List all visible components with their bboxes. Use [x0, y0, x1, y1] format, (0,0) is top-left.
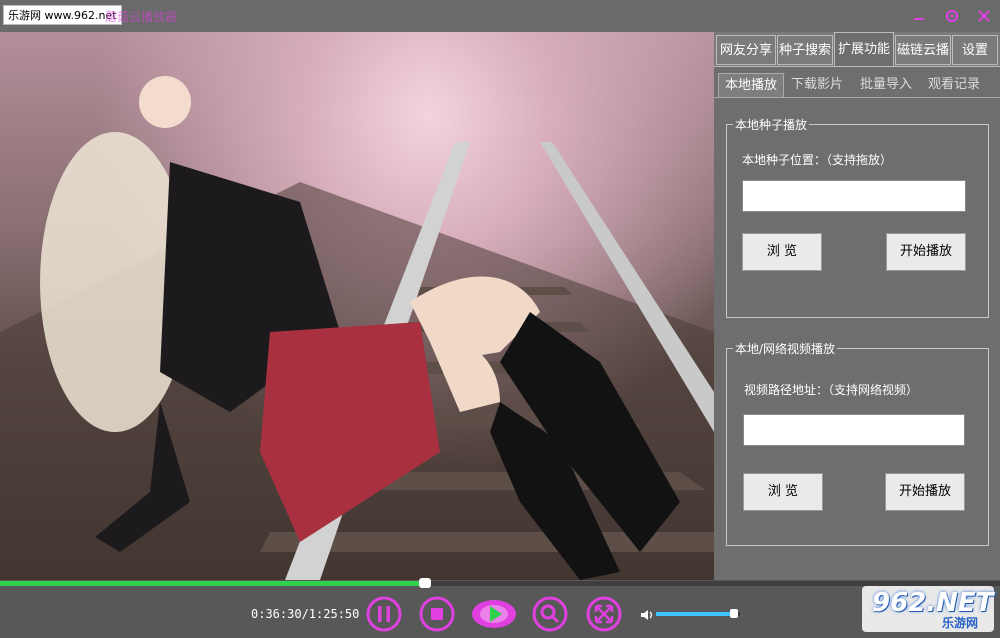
playback-time: 0:36:30/1:25:50: [251, 607, 360, 621]
tab-extensions[interactable]: 扩展功能: [834, 32, 894, 66]
gear-icon[interactable]: [942, 6, 962, 26]
play-icon[interactable]: [470, 596, 518, 632]
tab-settings[interactable]: 设置: [952, 35, 998, 65]
play-torrent-button[interactable]: 开始播放: [886, 233, 966, 271]
pause-icon[interactable]: [366, 596, 402, 632]
subtab-divider: [714, 97, 1000, 98]
tab-user-share[interactable]: 网友分享: [716, 35, 776, 65]
stop-icon[interactable]: [419, 596, 455, 632]
local-torrent-group: 本地种子播放 本地种子位置：（支持拖放） 浏 览 开始播放: [726, 116, 989, 318]
torrent-path-input[interactable]: [742, 180, 966, 212]
app-title: 蘑菇云播放器: [105, 10, 178, 24]
volume-icon[interactable]: [640, 607, 654, 621]
net-video-group: 本地/网络视频播放 视频路径地址：（支持网络视频） 浏 览 开始播放: [726, 340, 989, 546]
tab-magnet-cloud[interactable]: 磁链云播: [895, 35, 951, 65]
watermark-label: 乐游网 www.962.net: [3, 5, 122, 25]
search-icon[interactable]: [532, 596, 568, 632]
seek-progress: [0, 581, 425, 586]
browse-video-button[interactable]: 浏 览: [743, 473, 823, 511]
close-icon[interactable]: [974, 6, 994, 26]
group-title: 本地种子播放: [733, 116, 810, 133]
subtab-download[interactable]: 下载影片: [786, 73, 848, 97]
video-path-label: 视频路径地址：（支持网络视频）: [744, 383, 919, 397]
video-image: [0, 76, 714, 580]
subtab-watch-history[interactable]: 观看记录: [922, 73, 986, 97]
video-frame[interactable]: [0, 32, 714, 580]
panel-body: 本地播放 下载影片 批量导入 观看记录 本地种子播放 本地种子位置：（支持拖放）…: [714, 66, 1000, 581]
tab-torrent-search[interactable]: 种子搜索: [777, 35, 833, 65]
subtab-local-play[interactable]: 本地播放: [718, 73, 784, 98]
group-title: 本地/网络视频播放: [733, 340, 838, 357]
main-tabs: 网友分享 种子搜索 扩展功能 磁链云播 设置: [714, 32, 1000, 66]
function-panel: 网友分享 种子搜索 扩展功能 磁链云播 设置 本地播放 下载影片 批量导入 观看…: [714, 32, 1000, 581]
volume-handle[interactable]: [730, 609, 739, 618]
subtab-batch-import[interactable]: 批量导入: [854, 73, 918, 97]
seek-handle[interactable]: [419, 578, 431, 588]
torrent-path-label: 本地种子位置：（支持拖放）: [742, 153, 893, 167]
site-logo: 962.NET 乐游网: [862, 586, 994, 632]
minimize-icon[interactable]: [909, 6, 929, 26]
video-path-input[interactable]: [743, 414, 965, 446]
volume-level: [656, 612, 739, 616]
play-video-button[interactable]: 开始播放: [885, 473, 965, 511]
browse-torrent-button[interactable]: 浏 览: [742, 233, 822, 271]
logo-sub-text: 乐游网: [942, 616, 979, 630]
fullscreen-icon[interactable]: [586, 596, 622, 632]
